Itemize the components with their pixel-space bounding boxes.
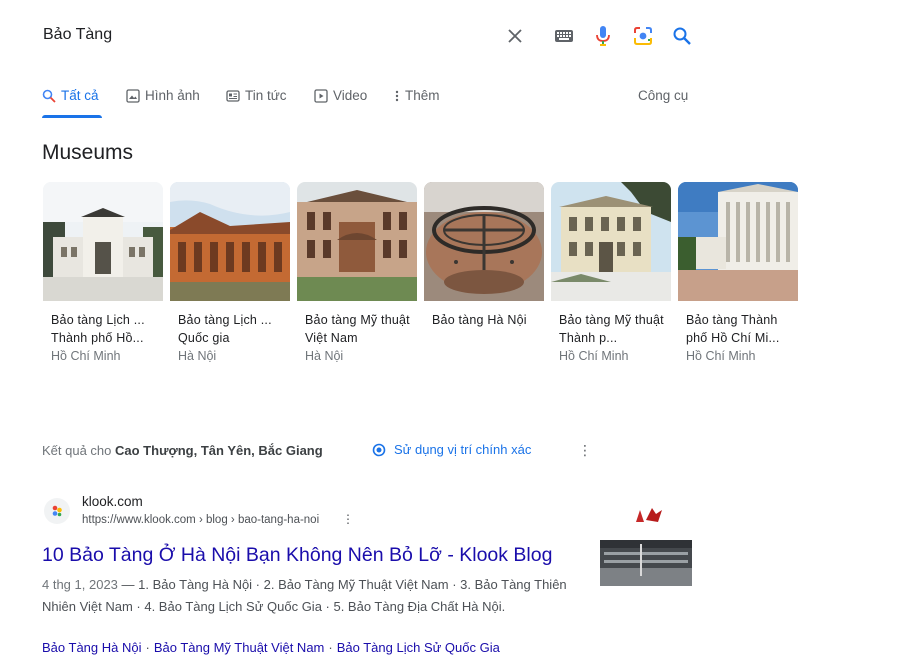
museum-card[interactable]: Bảo tàng Mỹ thuật Việt Nam Hà Nội [297, 182, 417, 372]
tab-label: Hình ảnh [145, 88, 200, 103]
search-icon [42, 89, 56, 103]
tab-label: Thêm [405, 88, 440, 103]
tab-images[interactable]: Hình ảnh [126, 88, 200, 103]
museum-location: Hà Nội [178, 349, 217, 363]
museum-photo [551, 182, 671, 301]
tab-news[interactable]: Tin tức [226, 88, 287, 103]
clear-icon[interactable] [503, 24, 527, 48]
more-vert-icon[interactable]: ⋮ [578, 442, 592, 459]
location-notice: Kết quả cho Cao Thượng, Tân Yên, Bắc Gia… [42, 443, 323, 458]
news-icon [226, 89, 240, 102]
search-bar: Bảo Tàng [0, 0, 916, 70]
museum-name: Bảo tàng Mỹ thuật Việt Nam [305, 313, 410, 345]
tab-video[interactable]: Video [314, 88, 367, 103]
tab-label: Tất cả [61, 88, 99, 103]
museum-card[interactable]: Bảo tàng Mỹ thuật Thành p... Hồ Chí Minh [551, 182, 671, 372]
museum-card[interactable]: Bảo tàng Thành phố Hồ Chí Mi... Hồ Chí M… [678, 182, 798, 372]
museum-card[interactable]: Bảo tàng Hà Nội [424, 182, 544, 372]
tab-more[interactable]: Thêm [394, 88, 440, 103]
more-vert-icon[interactable]: ⋮ [342, 512, 354, 526]
sitelink[interactable]: Bảo Tàng Mỹ Thuật Việt Nam [154, 640, 325, 655]
search-tabs: Tất cả Hình ảnh Tin tức Video Thêm Công … [0, 80, 916, 120]
result-snippet: 4 thg 1, 2023 — 1. Bảo Tàng Hà Nội · 2. … [42, 574, 582, 617]
museum-name: Bảo tàng Lịch ... Thành phố Hồ... [51, 313, 145, 345]
museum-location: Hồ Chí Minh [686, 349, 756, 363]
sitelink-separator: · [328, 640, 333, 655]
tools-button[interactable]: Công cụ [638, 88, 688, 103]
search-icon[interactable] [670, 24, 694, 48]
museum-name: Bảo tàng Lịch ... Quốc gia [178, 313, 272, 345]
museum-location: Hà Nội [305, 349, 344, 363]
result-snippet-text: — 1. Bảo Tàng Hà Nội · 2. Bảo Tàng Mỹ Th… [42, 577, 567, 614]
sitelink[interactable]: Bảo Tàng Lịch Sử Quốc Gia [337, 640, 500, 655]
image-icon [126, 88, 140, 103]
use-precise-location-button[interactable]: Sử dụng vị trí chính xác [372, 442, 531, 457]
museum-photo [678, 182, 798, 301]
more-vert-icon [395, 90, 399, 101]
museum-card[interactable]: Bảo tàng Lịch ... Quốc gia Hà Nội [170, 182, 290, 372]
location-prefix: Kết quả cho [42, 443, 112, 458]
museum-photo [424, 182, 544, 301]
active-tab-indicator [42, 115, 102, 118]
keyboard-icon[interactable] [552, 24, 576, 48]
museum-name: Bảo tàng Hà Nội [432, 313, 527, 327]
museum-photo [43, 182, 163, 301]
location-place: Cao Thượng, Tân Yên, Bắc Giang [115, 443, 323, 458]
tools-label: Công cụ [638, 88, 689, 103]
klook-favicon-icon [44, 498, 70, 524]
microphone-icon[interactable] [591, 24, 615, 48]
museum-name: Bảo tàng Thành phố Hồ Chí Mi... [686, 313, 780, 345]
museum-location: Hồ Chí Minh [51, 349, 121, 363]
museums-heading: Museums [42, 141, 134, 164]
result-date: 4 thg 1, 2023 [42, 577, 118, 592]
result-sitelinks: Bảo Tàng Hà Nội · Bảo Tàng Mỹ Thuật Việt N… [42, 640, 500, 655]
search-input[interactable]: Bảo Tàng [43, 26, 112, 44]
result-url: https://www.klook.com › blog › bao-tang-… [82, 514, 320, 526]
result-site-name: klook.com [82, 494, 143, 509]
tab-all[interactable]: Tất cả [42, 88, 99, 103]
tab-label: Tin tức [245, 88, 287, 103]
museum-location: Hồ Chí Minh [559, 349, 629, 363]
video-icon [314, 88, 328, 103]
lens-camera-icon[interactable] [631, 24, 655, 48]
sitelink-separator: · [145, 640, 150, 655]
museum-photo [170, 182, 290, 301]
result-thumbnail[interactable] [600, 504, 692, 586]
tab-label: Video [333, 88, 368, 103]
museum-name: Bảo tàng Mỹ thuật Thành p... [559, 313, 664, 345]
precise-location-label: Sử dụng vị trí chính xác [394, 442, 532, 457]
sitelink[interactable]: Bảo Tàng Hà Nội [42, 640, 142, 655]
museum-photo [297, 182, 417, 301]
result-title-link[interactable]: 10 Bảo Tàng Ở Hà Nội Bạn Không Nên Bỏ Lỡ… [42, 544, 552, 567]
museum-card[interactable]: Bảo tàng Lịch ... Thành phố Hồ... Hồ Chí… [43, 182, 163, 372]
museums-carousel: Bảo tàng Lịch ... Thành phố Hồ... Hồ Chí… [43, 182, 803, 372]
location-target-icon [372, 443, 386, 456]
